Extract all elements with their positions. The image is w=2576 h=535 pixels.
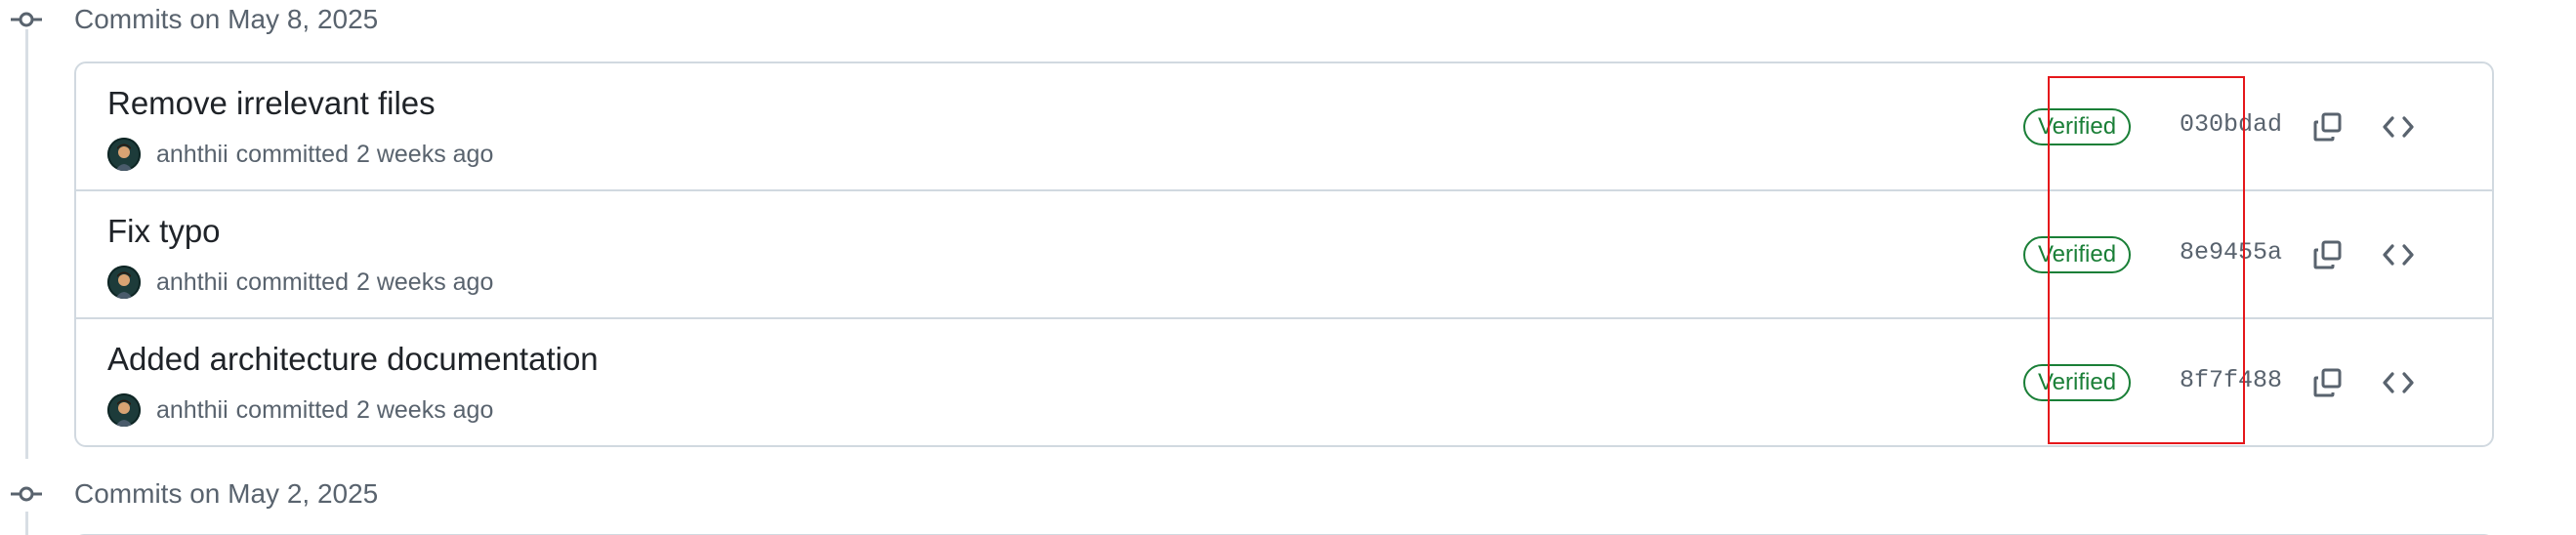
commit-title-link[interactable]: Remove irrelevant files [107, 85, 436, 122]
commit-meta: anhthii committed 2 weeks ago [107, 266, 493, 299]
commit-author-link[interactable]: anhthii [156, 268, 229, 297]
copy-icon[interactable] [2306, 233, 2349, 276]
commit-author-link[interactable]: anhthii [156, 141, 229, 169]
commit-history-page: Commits on May 8, 2025 Remove irrelevant… [0, 0, 2576, 535]
commit-action-text: committed [235, 268, 349, 296]
verified-badge[interactable]: Verified [2023, 108, 2132, 145]
commit-author-link[interactable]: anhthii [156, 396, 229, 425]
git-commit-icon [10, 474, 43, 514]
commit-group-header: Commits on May 2, 2025 [10, 474, 378, 514]
commit-time: 2 weeks ago [355, 140, 494, 168]
code-icon[interactable] [2377, 105, 2420, 148]
avatar[interactable] [107, 393, 141, 427]
commit-sha-link[interactable]: 8e9455a [2180, 238, 2282, 267]
commit-actions: Verified 030bdad [2023, 63, 2492, 189]
copy-icon[interactable] [2306, 361, 2349, 404]
commit-list: Remove irrelevant files anhthii committe… [74, 62, 2494, 447]
commit-meta: anhthii committed 2 weeks ago [107, 138, 493, 171]
avatar[interactable] [107, 266, 141, 299]
commit-row: Remove irrelevant files anhthii committe… [76, 63, 2492, 191]
commit-sha-link[interactable]: 030bdad [2180, 110, 2282, 139]
code-icon[interactable] [2377, 233, 2420, 276]
commit-meta: anhthii committed 2 weeks ago [107, 393, 493, 427]
commit-title-link[interactable]: Fix typo [107, 213, 221, 250]
code-icon[interactable] [2377, 361, 2420, 404]
commit-time: 2 weeks ago [355, 268, 494, 296]
commit-action-text: committed [235, 140, 349, 168]
commit-group-title: Commits on May 8, 2025 [74, 4, 379, 34]
commit-action-text: committed [235, 395, 349, 424]
timeline-line [25, 29, 28, 459]
commit-sha-link[interactable]: 8f7f488 [2180, 366, 2282, 394]
commit-row: Fix typo anhthii committed 2 weeks ago V… [76, 191, 2492, 319]
commit-group-header: Commits on May 8, 2025 [10, 0, 378, 39]
commit-group-title: Commits on May 2, 2025 [74, 478, 379, 509]
git-commit-icon [10, 0, 43, 39]
copy-icon[interactable] [2306, 105, 2349, 148]
commit-title-link[interactable]: Added architecture documentation [107, 341, 599, 378]
commit-actions: Verified 8e9455a [2023, 191, 2492, 317]
commit-actions: Verified 8f7f488 [2023, 319, 2492, 445]
commit-time: 2 weeks ago [355, 395, 494, 424]
verified-badge[interactable]: Verified [2023, 236, 2132, 273]
timeline-line [25, 512, 28, 535]
commit-row: Added architecture documentation anhthii… [76, 319, 2492, 445]
avatar[interactable] [107, 138, 141, 171]
verified-badge[interactable]: Verified [2023, 364, 2132, 401]
